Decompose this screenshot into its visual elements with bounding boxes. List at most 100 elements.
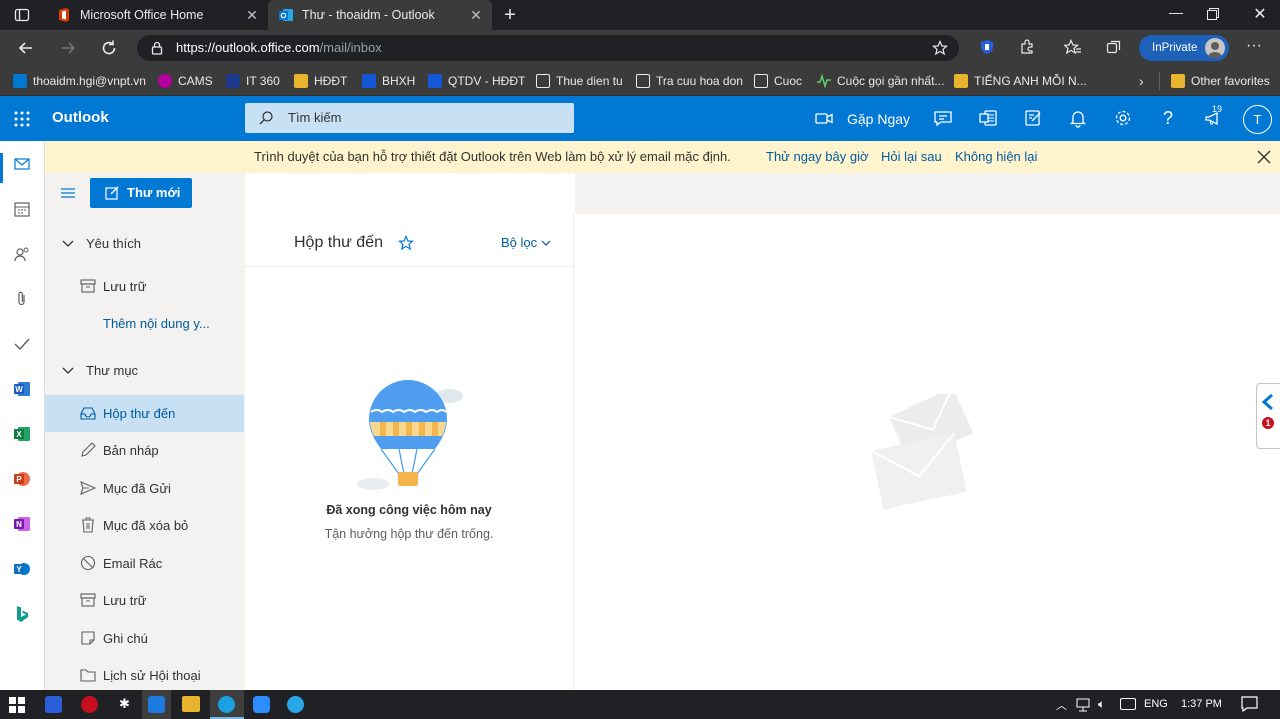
avatar[interactable]: T — [1243, 105, 1272, 134]
fav-item[interactable]: thoaidm.hgi@vnpt.vn — [13, 72, 146, 90]
collections-icon[interactable] — [1106, 39, 1122, 55]
forward-icon[interactable] — [58, 38, 78, 58]
yammer-icon[interactable]: Y — [13, 560, 31, 578]
ask-later-link[interactable]: Hỏi lại sau — [881, 141, 942, 173]
fav-item[interactable]: Thue dien tu — [536, 72, 623, 90]
onenote-icon[interactable]: N — [13, 515, 31, 533]
shield-app-icon[interactable] — [45, 696, 62, 713]
folder-archive[interactable]: Lưu trữ — [45, 582, 244, 619]
close-tab-icon[interactable]: ✕ — [468, 7, 484, 23]
fav-item[interactable]: CAMS — [158, 72, 213, 90]
try-now-link[interactable]: Thử ngay bây giờ — [766, 141, 869, 173]
fav-item[interactable]: BHXH — [362, 72, 415, 90]
new-mail-button[interactable]: Thư mới — [90, 178, 192, 208]
video-icon[interactable] — [815, 108, 833, 128]
close-tab-icon[interactable]: ✕ — [244, 7, 260, 23]
fav-item[interactable]: IT 360 — [226, 72, 280, 90]
todo-icon[interactable] — [13, 335, 31, 353]
battery-icon[interactable] — [1120, 698, 1136, 710]
notification-center-icon[interactable] — [1241, 696, 1258, 712]
volume-icon[interactable]: 🔈︎ — [1098, 697, 1114, 713]
star-icon[interactable] — [398, 235, 414, 251]
excel-icon[interactable]: X — [13, 425, 31, 443]
maximize-icon[interactable] — [1207, 7, 1221, 21]
extensions-icon[interactable] — [1019, 39, 1035, 55]
add-favorite-link[interactable]: Thêm nội dung y... — [45, 305, 244, 342]
fav-item[interactable]: Cuộc gọi gần nhất... — [817, 72, 944, 90]
back-icon[interactable] — [16, 38, 36, 58]
new-tab-icon[interactable]: + — [500, 5, 520, 25]
inbox-icon — [80, 405, 96, 421]
address-bar[interactable]: https://outlook.office.com/mail/inbox — [137, 35, 959, 61]
more-menu-icon[interactable]: ··· — [1244, 38, 1264, 55]
favorites-group-header[interactable]: Yêu thích — [45, 225, 244, 262]
chevron-right-icon[interactable]: › — [1139, 73, 1151, 89]
taskbar-app-active[interactable] — [142, 690, 171, 719]
bell-icon[interactable] — [1068, 108, 1088, 128]
extension-shield-icon[interactable] — [979, 39, 995, 55]
folder-junk[interactable]: Email Rác — [45, 545, 244, 582]
office-icon — [56, 7, 72, 23]
help-icon[interactable]: ? — [1158, 108, 1178, 128]
tab-office-home[interactable]: Microsoft Office Home ✕ — [44, 0, 268, 30]
close-window-icon[interactable]: ✕ — [1250, 4, 1270, 24]
tab-actions-icon[interactable] — [14, 7, 30, 23]
fav-item[interactable]: TIẾNG ANH MỖI N... — [954, 72, 1087, 90]
add-favorite-icon[interactable] — [932, 40, 948, 56]
mail-icon[interactable] — [13, 155, 31, 173]
activity-icon — [817, 74, 831, 88]
telegram-icon[interactable] — [287, 696, 304, 713]
side-panel-toggle[interactable]: 1 — [1256, 383, 1280, 449]
fav-item[interactable]: Cuoc — [754, 72, 802, 90]
app-name[interactable]: Outlook — [52, 109, 109, 126]
app-icon[interactable]: ✱ — [116, 696, 133, 713]
antivirus-icon[interactable] — [81, 696, 98, 713]
zoom-icon[interactable] — [253, 696, 270, 713]
folder-notes[interactable]: Ghi chú — [45, 620, 244, 657]
minimize-icon[interactable]: — — [1166, 4, 1186, 24]
other-favorites[interactable]: Other favorites — [1171, 72, 1270, 90]
language-indicator[interactable]: ENG — [1144, 698, 1168, 710]
windows-start-icon[interactable] — [9, 697, 25, 713]
app-launcher-icon[interactable] — [14, 111, 30, 127]
people-icon[interactable] — [13, 245, 31, 263]
refresh-icon[interactable] — [99, 38, 119, 58]
calendar-icon[interactable] — [13, 200, 31, 218]
page-icon — [754, 74, 768, 88]
office-app-icon[interactable] — [978, 108, 998, 128]
favorites-icon[interactable] — [1064, 39, 1082, 55]
tray-chevron-icon[interactable]: ︿ — [1056, 697, 1068, 712]
close-icon[interactable] — [1257, 150, 1271, 164]
word-icon[interactable]: W — [13, 380, 31, 398]
file-explorer-icon[interactable] — [182, 696, 200, 712]
lock-icon[interactable] — [150, 41, 164, 55]
bing-icon[interactable] — [13, 605, 31, 623]
folders-group-header[interactable]: Thư mục — [45, 352, 244, 389]
fav-item[interactable]: QTDV - HĐĐT — [428, 72, 525, 90]
folder-deleted[interactable]: Mục đã xóa bỏ — [45, 507, 244, 544]
folder-inbox[interactable]: Hộp thư đến — [45, 395, 244, 432]
nav-item-archive-favorite[interactable]: Lưu trữ — [45, 268, 244, 305]
folder-drafts[interactable]: Bản nháp — [45, 432, 244, 469]
inprivate-button[interactable]: InPrivate — [1139, 35, 1229, 61]
search-input[interactable]: Tìm kiếm — [245, 103, 574, 133]
archive-icon — [80, 278, 96, 294]
network-icon[interactable] — [1075, 697, 1091, 713]
folder-sent[interactable]: Mục đã Gửi — [45, 470, 244, 507]
my-day-icon[interactable] — [1023, 108, 1043, 128]
fav-item[interactable]: HĐĐT — [294, 72, 347, 90]
filter-button[interactable]: Bộ lọc — [501, 235, 537, 250]
tab-outlook[interactable]: Thư - thoaidm - Outlook ✕ — [268, 0, 492, 30]
chat-icon[interactable] — [933, 108, 953, 128]
chevron-down-icon[interactable] — [541, 238, 551, 248]
clock[interactable]: 1:37 PM — [1181, 698, 1222, 710]
dont-show-link[interactable]: Không hiện lại — [955, 141, 1037, 173]
gear-icon[interactable] — [1113, 108, 1133, 128]
folder-conversation-history[interactable]: Lịch sử Hội thoại — [45, 657, 244, 690]
hamburger-icon[interactable] — [60, 185, 76, 201]
attachment-icon[interactable] — [13, 290, 31, 308]
edge-taskbar-icon[interactable] — [210, 690, 244, 719]
fav-item[interactable]: Tra cuu hoa don — [636, 72, 743, 90]
powerpoint-icon[interactable]: P — [13, 470, 31, 488]
meet-now-button[interactable]: Gặp Ngay — [847, 111, 910, 127]
